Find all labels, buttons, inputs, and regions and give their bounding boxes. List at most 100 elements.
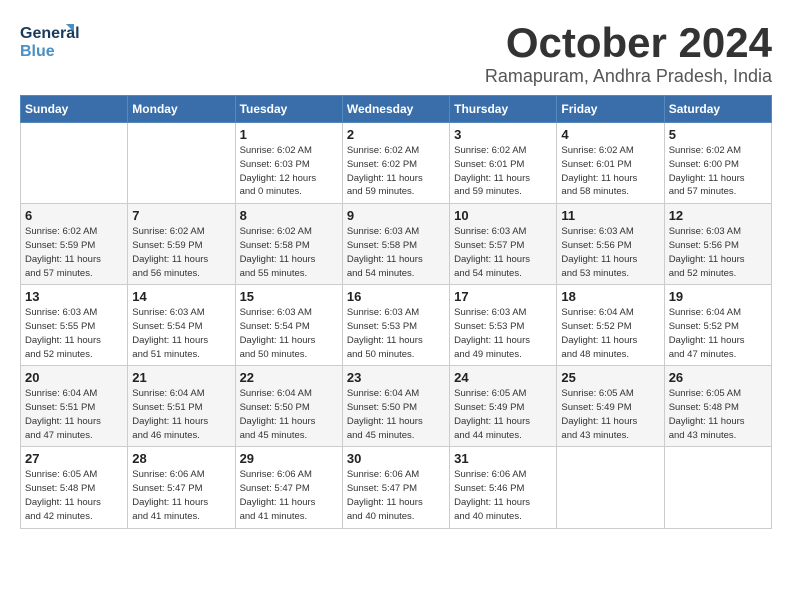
calendar-cell: 27Sunrise: 6:05 AM Sunset: 5:48 PM Dayli… (21, 447, 128, 528)
day-number: 17 (454, 289, 552, 304)
calendar-cell (21, 123, 128, 204)
day-info: Sunrise: 6:02 AM Sunset: 6:01 PM Dayligh… (454, 144, 552, 199)
day-info: Sunrise: 6:02 AM Sunset: 6:02 PM Dayligh… (347, 144, 445, 199)
calendar-cell (557, 447, 664, 528)
calendar-cell: 24 Sunrise: 6:05 AM Sunset: 5:49 PM Dayli… (450, 366, 557, 447)
calendar-week-row: 6 Sunrise: 6:02 AM Sunset: 5:59 PM Daylig… (21, 204, 772, 285)
calendar-cell: 12 Sunrise: 6:03 AM Sunset: 5:56 PM Dayli… (664, 204, 771, 285)
calendar-cell: 18 Sunrise: 6:04 AM Sunset: 5:52 PM Dayli… (557, 285, 664, 366)
calendar-cell: 2 Sunrise: 6:02 AM Sunset: 6:02 PM Daylig… (342, 123, 449, 204)
day-number: 14 (132, 289, 230, 304)
calendar-cell: 22 Sunrise: 6:04 AM Sunset: 5:50 PM Dayli… (235, 366, 342, 447)
svg-text:Blue: Blue (20, 43, 55, 60)
day-number: 2 (347, 127, 445, 142)
header-tuesday: Tuesday (235, 96, 342, 123)
calendar-cell: 13Sunrise: 6:03 AM Sunset: 5:55 PM Dayli… (21, 285, 128, 366)
header-thursday: Thursday (450, 96, 557, 123)
day-number: 7 (132, 208, 230, 223)
calendar-week-row: 1Sunrise: 6:02 AM Sunset: 6:03 PM Daylig… (21, 123, 772, 204)
day-number: 4 (561, 127, 659, 142)
calendar-table: Sunday Monday Tuesday Wednesday Thursday… (20, 95, 772, 528)
day-info: Sunrise: 6:03 AM Sunset: 5:58 PM Dayligh… (347, 225, 445, 280)
calendar-cell (128, 123, 235, 204)
calendar-cell: 31 Sunrise: 6:06 AM Sunset: 5:46 PM Dayli… (450, 447, 557, 528)
day-number: 16 (347, 289, 445, 304)
day-info: Sunrise: 6:02 AM Sunset: 6:00 PM Dayligh… (669, 144, 767, 199)
calendar-cell: 20 Sunrise: 6:04 AM Sunset: 5:51 PM Dayli… (21, 366, 128, 447)
logo-svg: General Blue (20, 20, 75, 65)
day-number: 22 (240, 370, 338, 385)
day-info: Sunrise: 6:05 AM Sunset: 5:49 PM Dayligh… (454, 387, 552, 442)
month-title: October 2024 (485, 20, 772, 66)
day-info: Sunrise: 6:02 AM Sunset: 5:58 PM Dayligh… (240, 225, 338, 280)
day-number: 5 (669, 127, 767, 142)
day-number: 23 (347, 370, 445, 385)
day-info: Sunrise: 6:03 AM Sunset: 5:56 PM Dayligh… (669, 225, 767, 280)
header-saturday: Saturday (664, 96, 771, 123)
logo: General Blue (20, 20, 77, 65)
day-number: 15 (240, 289, 338, 304)
day-info: Sunrise: 6:06 AM Sunset: 5:46 PM Dayligh… (454, 468, 552, 523)
day-number: 25 (561, 370, 659, 385)
day-info: Sunrise: 6:03 AM Sunset: 5:57 PM Dayligh… (454, 225, 552, 280)
day-info: Sunrise: 6:04 AM Sunset: 5:51 PM Dayligh… (25, 387, 123, 442)
day-number: 3 (454, 127, 552, 142)
header-sunday: Sunday (21, 96, 128, 123)
day-number: 9 (347, 208, 445, 223)
calendar-cell: 19 Sunrise: 6:04 AM Sunset: 5:52 PM Dayli… (664, 285, 771, 366)
calendar-cell: 21 Sunrise: 6:04 AM Sunset: 5:51 PM Dayli… (128, 366, 235, 447)
day-number: 29 (240, 451, 338, 466)
calendar-week-row: 20 Sunrise: 6:04 AM Sunset: 5:51 PM Dayli… (21, 366, 772, 447)
day-info: Sunrise: 6:03 AM Sunset: 5:53 PM Dayligh… (454, 306, 552, 361)
day-info: Sunrise: 6:02 AM Sunset: 5:59 PM Dayligh… (25, 225, 123, 280)
day-number: 10 (454, 208, 552, 223)
header-monday: Monday (128, 96, 235, 123)
calendar-cell: 8Sunrise: 6:02 AM Sunset: 5:58 PM Daylig… (235, 204, 342, 285)
day-info: Sunrise: 6:04 AM Sunset: 5:52 PM Dayligh… (561, 306, 659, 361)
calendar-cell: 9 Sunrise: 6:03 AM Sunset: 5:58 PM Daylig… (342, 204, 449, 285)
day-info: Sunrise: 6:06 AM Sunset: 5:47 PM Dayligh… (132, 468, 230, 523)
header-wednesday: Wednesday (342, 96, 449, 123)
calendar-cell: 23Sunrise: 6:04 AM Sunset: 5:50 PM Dayli… (342, 366, 449, 447)
header-friday: Friday (557, 96, 664, 123)
day-number: 21 (132, 370, 230, 385)
day-number: 24 (454, 370, 552, 385)
calendar-header-row: Sunday Monday Tuesday Wednesday Thursday… (21, 96, 772, 123)
location-title: Ramapuram, Andhra Pradesh, India (485, 66, 772, 87)
day-number: 28 (132, 451, 230, 466)
calendar-cell (664, 447, 771, 528)
calendar-cell: 5 Sunrise: 6:02 AM Sunset: 6:00 PM Daylig… (664, 123, 771, 204)
day-info: Sunrise: 6:03 AM Sunset: 5:53 PM Dayligh… (347, 306, 445, 361)
day-info: Sunrise: 6:04 AM Sunset: 5:50 PM Dayligh… (240, 387, 338, 442)
day-number: 12 (669, 208, 767, 223)
calendar-cell: 3 Sunrise: 6:02 AM Sunset: 6:01 PM Daylig… (450, 123, 557, 204)
calendar-week-row: 27Sunrise: 6:05 AM Sunset: 5:48 PM Dayli… (21, 447, 772, 528)
day-number: 30 (347, 451, 445, 466)
day-info: Sunrise: 6:05 AM Sunset: 5:48 PM Dayligh… (669, 387, 767, 442)
day-info: Sunrise: 6:03 AM Sunset: 5:55 PM Dayligh… (25, 306, 123, 361)
calendar-cell: 17 Sunrise: 6:03 AM Sunset: 5:53 PM Dayli… (450, 285, 557, 366)
day-number: 18 (561, 289, 659, 304)
title-section: October 2024 Ramapuram, Andhra Pradesh, … (485, 20, 772, 87)
day-info: Sunrise: 6:03 AM Sunset: 5:56 PM Dayligh… (561, 225, 659, 280)
calendar-cell: 25 Sunrise: 6:05 AM Sunset: 5:49 PM Dayli… (557, 366, 664, 447)
day-info: Sunrise: 6:04 AM Sunset: 5:51 PM Dayligh… (132, 387, 230, 442)
calendar-cell: 29Sunrise: 6:06 AM Sunset: 5:47 PM Dayli… (235, 447, 342, 528)
day-info: Sunrise: 6:02 AM Sunset: 5:59 PM Dayligh… (132, 225, 230, 280)
day-number: 6 (25, 208, 123, 223)
day-number: 26 (669, 370, 767, 385)
day-info: Sunrise: 6:05 AM Sunset: 5:49 PM Dayligh… (561, 387, 659, 442)
calendar-cell: 16 Sunrise: 6:03 AM Sunset: 5:53 PM Dayli… (342, 285, 449, 366)
day-info: Sunrise: 6:04 AM Sunset: 5:52 PM Dayligh… (669, 306, 767, 361)
calendar-cell: 15 Sunrise: 6:03 AM Sunset: 5:54 PM Dayli… (235, 285, 342, 366)
day-number: 19 (669, 289, 767, 304)
day-info: Sunrise: 6:03 AM Sunset: 5:54 PM Dayligh… (240, 306, 338, 361)
calendar-cell: 6 Sunrise: 6:02 AM Sunset: 5:59 PM Daylig… (21, 204, 128, 285)
calendar-cell: 7 Sunrise: 6:02 AM Sunset: 5:59 PM Daylig… (128, 204, 235, 285)
calendar-cell: 10 Sunrise: 6:03 AM Sunset: 5:57 PM Dayli… (450, 204, 557, 285)
calendar-cell: 11Sunrise: 6:03 AM Sunset: 5:56 PM Dayli… (557, 204, 664, 285)
calendar-cell: 30Sunrise: 6:06 AM Sunset: 5:47 PM Dayli… (342, 447, 449, 528)
calendar-cell: 26 Sunrise: 6:05 AM Sunset: 5:48 PM Dayli… (664, 366, 771, 447)
day-number: 31 (454, 451, 552, 466)
day-number: 20 (25, 370, 123, 385)
